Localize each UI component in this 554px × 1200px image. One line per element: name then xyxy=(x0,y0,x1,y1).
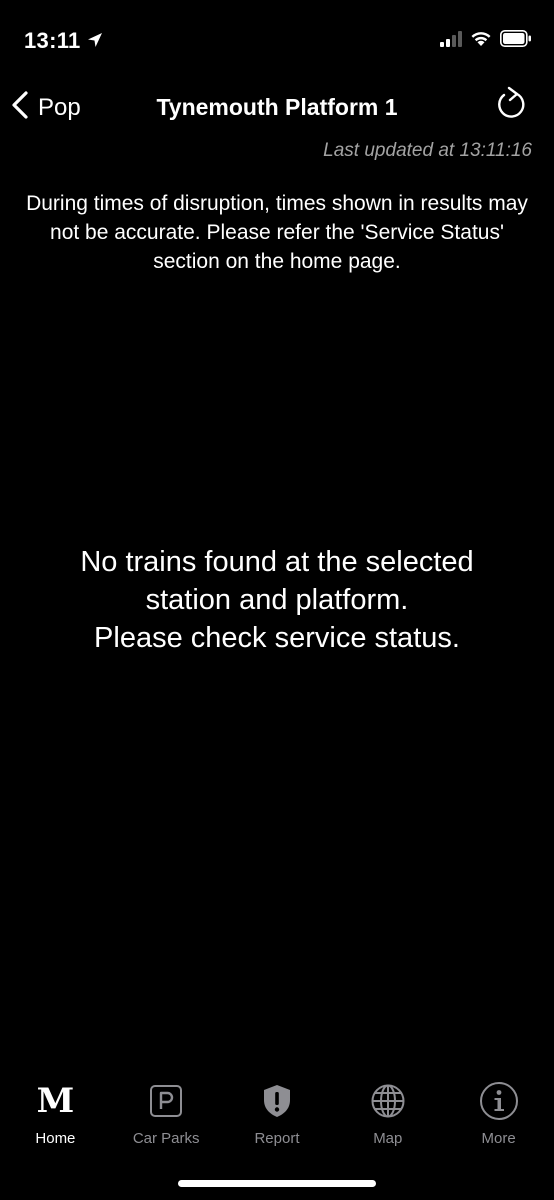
status-icons xyxy=(440,30,532,52)
tab-car-parks[interactable]: Car Parks xyxy=(111,1078,222,1158)
home-indicator[interactable] xyxy=(178,1180,376,1187)
tab-report[interactable]: Report xyxy=(222,1078,333,1158)
refresh-button[interactable] xyxy=(492,86,530,126)
location-arrow-icon xyxy=(87,28,103,54)
last-updated-timestamp: Last updated at 13:11:16 xyxy=(323,140,532,161)
tab-home-label: Home xyxy=(35,1130,76,1147)
tab-report-label: Report xyxy=(254,1130,300,1147)
no-trains-message: No trains found at the selected station … xyxy=(20,543,534,657)
status-time: 13:11 xyxy=(24,28,81,53)
no-trains-message-line-1: No trains found at the selected xyxy=(80,546,474,578)
battery-icon xyxy=(500,30,532,52)
tab-map-label: Map xyxy=(373,1130,403,1147)
parking-icon xyxy=(149,1078,183,1124)
no-trains-message-line-2: station and platform. xyxy=(145,584,409,616)
tab-home[interactable]: M Home xyxy=(0,1078,111,1158)
info-icon xyxy=(479,1078,519,1124)
page-title: Tynemouth Platform 1 xyxy=(156,94,398,120)
tab-more[interactable]: More xyxy=(443,1078,554,1158)
globe-icon xyxy=(370,1078,406,1124)
refresh-icon xyxy=(495,86,527,127)
wifi-icon xyxy=(470,30,492,52)
tab-map[interactable]: Map xyxy=(332,1078,443,1158)
status-time-group: 13:11 xyxy=(24,28,103,54)
tab-car-parks-label: Car Parks xyxy=(132,1130,200,1147)
status-bar: 13:11 xyxy=(0,0,554,80)
metro-m-logo-icon: M xyxy=(36,1081,75,1121)
tab-bar: M Home Car Parks Report Map More xyxy=(0,1078,554,1158)
screen: 13:11 Pop Tynemouth Platform 1 Last upda… xyxy=(0,0,554,1200)
disruption-disclaimer: During times of disruption, times shown … xyxy=(26,192,528,273)
navigation-bar: Pop Tynemouth Platform 1 xyxy=(0,82,554,134)
shield-alert-icon xyxy=(261,1078,293,1124)
tab-more-label: More xyxy=(481,1130,516,1147)
cellular-signal-icon xyxy=(440,30,462,52)
no-trains-message-line-3: Please check service status. xyxy=(94,622,460,654)
